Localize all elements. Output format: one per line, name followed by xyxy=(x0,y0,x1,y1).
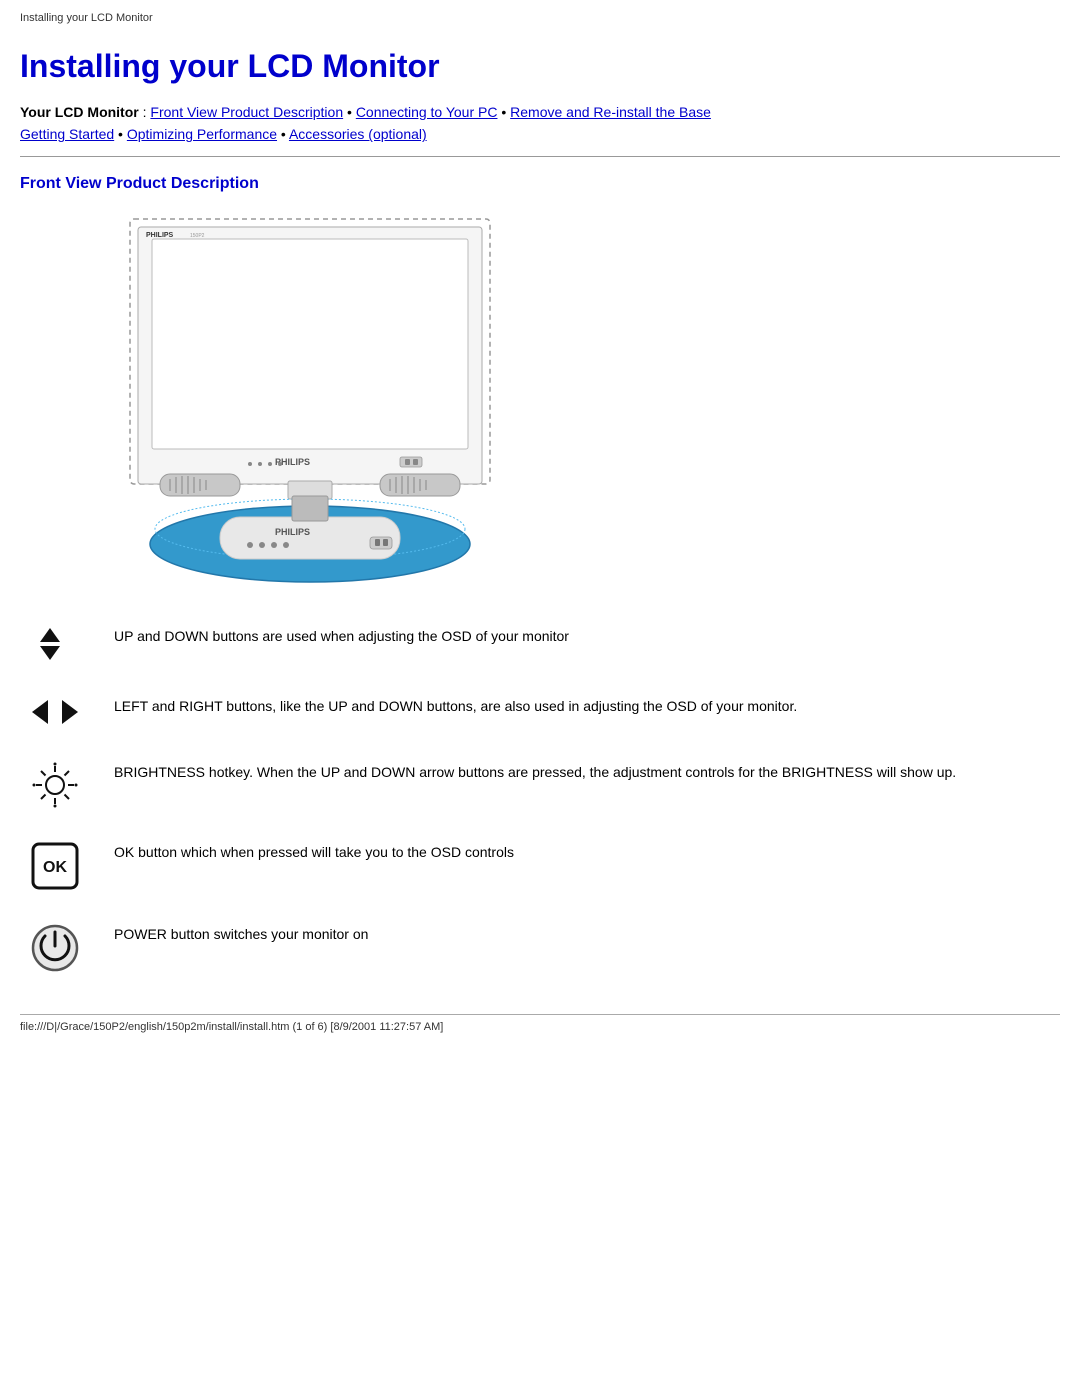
brightness-icon xyxy=(20,758,90,810)
nav-link-accessories[interactable]: Accessories (optional) xyxy=(289,126,427,142)
monitor-illustration: PHILIPS 150P2 PHILIPS xyxy=(100,209,520,592)
svg-text:PHILIPS: PHILIPS xyxy=(275,527,310,537)
left-right-arrows-icon xyxy=(20,692,90,730)
nav-link-front-view[interactable]: Front View Product Description xyxy=(150,104,343,120)
feature-text-power: POWER button switches your monitor on xyxy=(114,920,1060,945)
feature-row-brightness: BRIGHTNESS hotkey. When the UP and DOWN … xyxy=(20,758,1060,810)
page-title: Installing your LCD Monitor xyxy=(20,48,1060,85)
svg-text:OK: OK xyxy=(43,859,67,876)
feature-row-power: POWER button switches your monitor on xyxy=(20,920,1060,974)
feature-list: UP and DOWN buttons are used when adjust… xyxy=(20,622,1060,974)
svg-text:PHILIPS: PHILIPS xyxy=(146,232,174,239)
feature-row-ok: OK OK button which when pressed will tak… xyxy=(20,838,1060,892)
nav-link-getting-started[interactable]: Getting Started xyxy=(20,126,114,142)
nav-links: Your LCD Monitor : Front View Product De… xyxy=(20,101,1060,146)
nav-link-remove[interactable]: Remove and Re-install the Base xyxy=(510,104,711,120)
status-bar: file:///D|/Grace/150P2/english/150p2m/in… xyxy=(20,1014,1060,1033)
up-down-arrows-icon xyxy=(20,622,90,664)
feature-text-brightness: BRIGHTNESS hotkey. When the UP and DOWN … xyxy=(114,758,1060,783)
power-button-icon xyxy=(20,920,90,974)
svg-text:150P2: 150P2 xyxy=(190,233,205,239)
divider xyxy=(20,156,1060,157)
monitor-image: PHILIPS 150P2 PHILIPS xyxy=(100,209,1060,592)
nav-link-connecting[interactable]: Connecting to Your PC xyxy=(356,104,498,120)
feature-text-updown: UP and DOWN buttons are used when adjust… xyxy=(114,622,1060,647)
ok-button-icon: OK xyxy=(20,838,90,892)
feature-text-ok: OK button which when pressed will take y… xyxy=(114,838,1060,863)
section-front-view-title: Front View Product Description xyxy=(20,175,1060,193)
feature-row-leftright: LEFT and RIGHT buttons, like the UP and … xyxy=(20,692,1060,730)
nav-link-optimizing[interactable]: Optimizing Performance xyxy=(127,126,277,142)
nav-prefix: Your LCD Monitor xyxy=(20,104,139,120)
browser-tab-label: Installing your LCD Monitor xyxy=(20,8,1060,30)
feature-row-updown: UP and DOWN buttons are used when adjust… xyxy=(20,622,1060,664)
feature-text-leftright: LEFT and RIGHT buttons, like the UP and … xyxy=(114,692,1060,717)
